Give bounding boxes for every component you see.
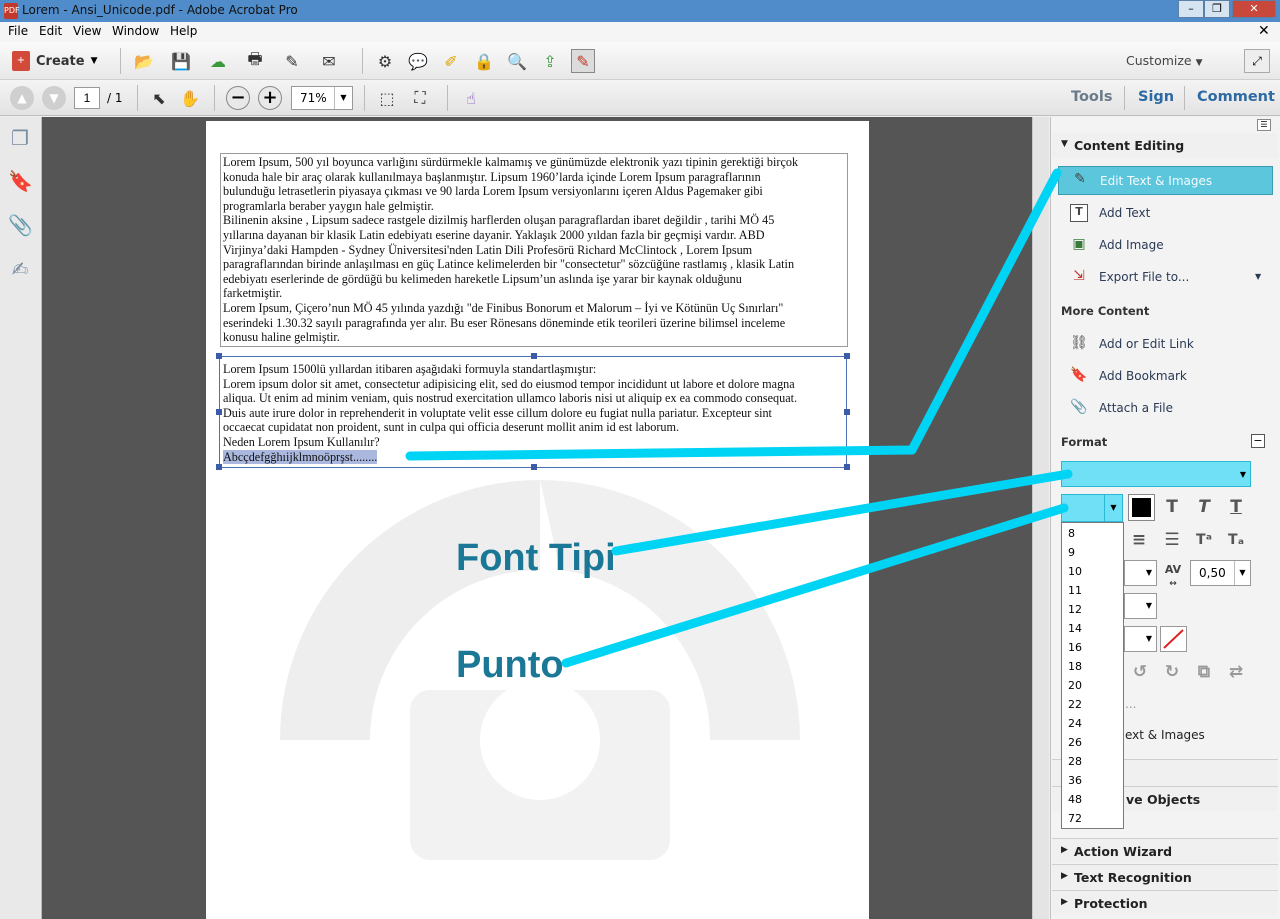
annotation-lines bbox=[405, 168, 1073, 668]
callout-line-edit bbox=[405, 168, 1062, 461]
callout-line-size bbox=[561, 503, 1069, 668]
callout-line-font bbox=[611, 469, 1073, 556]
